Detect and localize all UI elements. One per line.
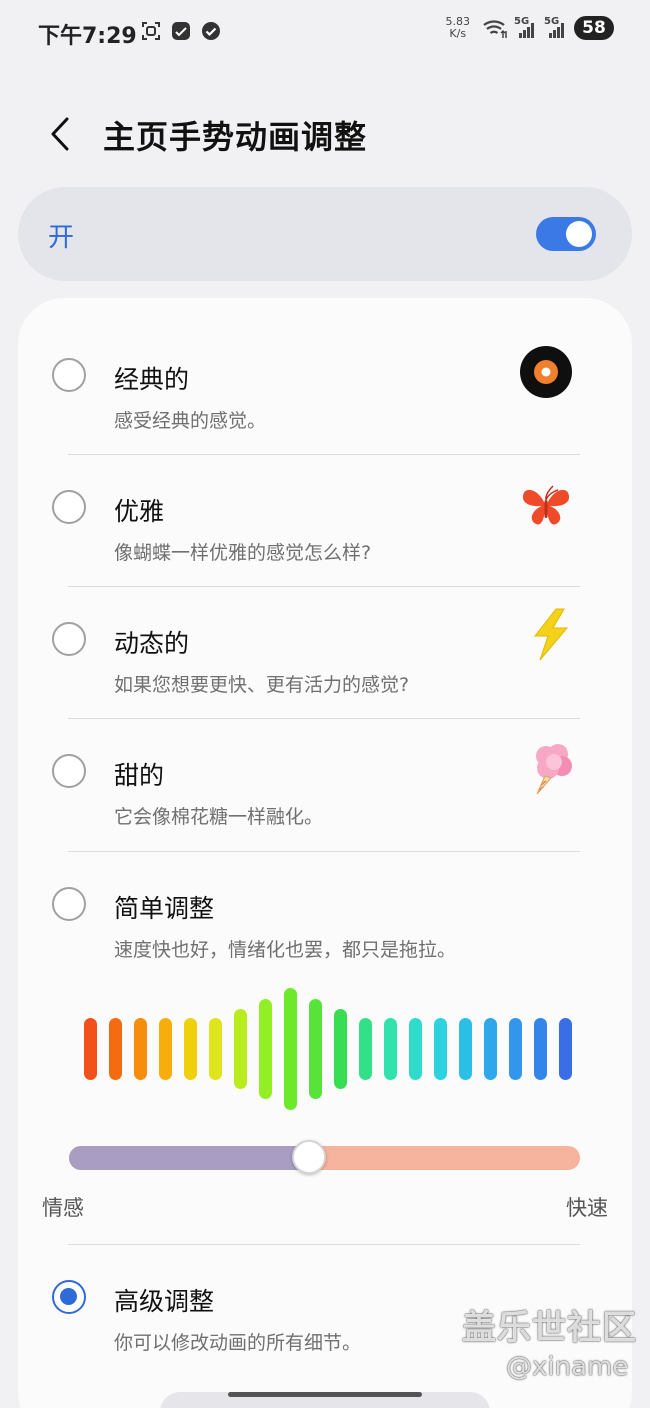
cotton-candy-icon <box>536 744 572 795</box>
cellular-signal-1: 5G <box>514 16 538 40</box>
option-title: 简单调整 <box>114 894 215 923</box>
signal-bars-icon <box>519 23 534 38</box>
equalizer-bar <box>484 1018 497 1080</box>
butterfly-icon <box>522 485 570 525</box>
equalizer-bar <box>359 1018 372 1080</box>
option-description: 如果您想要更快、更有活力的感觉? <box>114 674 410 696</box>
wifi-icon <box>483 20 507 38</box>
speed-slider-thumb[interactable] <box>292 1140 326 1174</box>
equalizer-bar <box>84 1018 97 1080</box>
status-system-icons: 5.83 K/s 5G 5G 58 <box>446 16 614 40</box>
watermark-community: 盖乐世社区 <box>462 1308 637 1348</box>
network-speed-unit: K/s <box>449 27 467 40</box>
home-indicator[interactable] <box>228 1392 422 1397</box>
chevron-left-icon <box>51 117 69 151</box>
battery-indicator: 58 <box>574 16 614 40</box>
animation-options-card: 经典的 感受经典的感觉。 优雅 像蝴蝶一样优雅的感觉怎么样? 动态的 如果您想要… <box>18 298 632 1408</box>
master-toggle-switch[interactable] <box>536 217 596 251</box>
screen: 下午7:29 5.83 K/s 5G 5G 58 主页手势动画调整 开 经典的 … <box>0 0 650 1408</box>
gallery-check-icon <box>172 22 190 40</box>
status-time: 下午7:29 <box>38 24 137 49</box>
option-elegant[interactable]: 优雅 像蝴蝶一样优雅的感觉怎么样? <box>18 454 632 586</box>
signal-bars-icon <box>549 23 564 38</box>
slider-max-label: 快速 <box>566 1196 608 1220</box>
cellular-signal-2: 5G <box>544 16 568 40</box>
verified-check-icon <box>202 22 220 40</box>
lightning-icon <box>533 608 569 661</box>
radio-button[interactable] <box>52 622 86 656</box>
option-dynamic[interactable]: 动态的 如果您想要更快、更有活力的感觉? <box>18 586 632 718</box>
radio-button[interactable] <box>52 754 86 788</box>
equalizer-bar <box>184 1018 197 1080</box>
back-button[interactable] <box>40 112 80 156</box>
animation-preview-equalizer <box>78 988 578 1110</box>
option-title: 高级调整 <box>114 1287 215 1316</box>
option-sweet[interactable]: 甜的 它会像棉花糖一样融化。 <box>18 718 632 850</box>
slider-min-label: 情感 <box>42 1196 84 1220</box>
equalizer-bar <box>409 1018 422 1080</box>
watermark-author: @xiname <box>506 1352 629 1382</box>
equalizer-bar <box>259 999 272 1099</box>
screenshot-icon <box>142 22 160 40</box>
master-switch-label: 开 <box>48 223 75 253</box>
radio-button[interactable] <box>52 358 86 392</box>
option-simple-adjust[interactable]: 简单调整 速度快也好，情绪化也罢，都只是拖拉。 <box>18 851 632 983</box>
toggle-knob <box>566 221 592 247</box>
equalizer-bar <box>284 988 297 1110</box>
equalizer-bar <box>384 1018 397 1080</box>
equalizer-bar <box>159 1018 172 1080</box>
equalizer-bar <box>334 1009 347 1089</box>
master-switch-card[interactable]: 开 <box>18 187 632 281</box>
page-title: 主页手势动画调整 <box>103 118 368 156</box>
network-speed: 5.83 K/s <box>446 16 471 40</box>
equalizer-bar <box>559 1018 572 1080</box>
speed-slider-fill <box>69 1146 309 1170</box>
radio-button-selected[interactable] <box>52 1280 86 1314</box>
equalizer-bar <box>209 1018 222 1080</box>
option-description: 它会像棉花糖一样融化。 <box>114 806 324 828</box>
equalizer-bar <box>234 1009 247 1089</box>
equalizer-bar <box>534 1018 547 1080</box>
option-title: 甜的 <box>114 761 165 790</box>
option-description: 速度快也好，情绪化也罢，都只是拖拉。 <box>114 939 457 961</box>
radio-button[interactable] <box>52 887 86 921</box>
option-description: 像蝴蝶一样优雅的感觉怎么样? <box>114 542 372 564</box>
option-title: 优雅 <box>114 497 165 526</box>
equalizer-bar <box>459 1018 472 1080</box>
option-title: 动态的 <box>114 629 190 658</box>
equalizer-bar <box>134 1018 147 1080</box>
vinyl-record-icon <box>520 346 572 398</box>
equalizer-bar <box>509 1018 522 1080</box>
option-title: 经典的 <box>114 365 190 394</box>
app-header: 主页手势动画调整 <box>0 100 650 170</box>
equalizer-bar <box>109 1018 122 1080</box>
status-notification-icons <box>140 20 222 42</box>
option-description: 你可以修改动画的所有细节。 <box>114 1332 362 1354</box>
option-classic[interactable]: 经典的 感受经典的感觉。 <box>18 322 632 454</box>
option-description: 感受经典的感觉。 <box>114 410 267 432</box>
radio-button[interactable] <box>52 490 86 524</box>
status-bar: 下午7:29 5.83 K/s 5G 5G 58 <box>0 0 650 62</box>
equalizer-bar <box>434 1018 447 1080</box>
equalizer-bar <box>309 999 322 1099</box>
